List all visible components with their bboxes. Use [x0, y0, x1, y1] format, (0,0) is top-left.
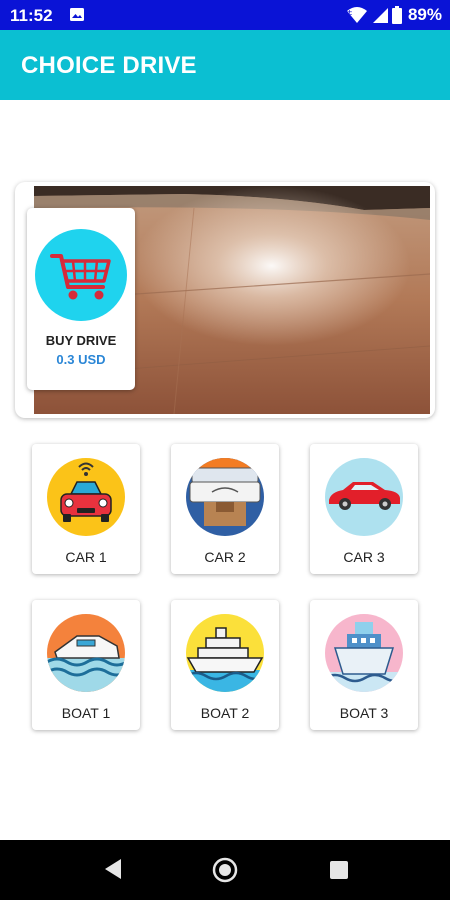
buy-drive-title: BUY DRIVE: [45, 333, 117, 348]
vehicle-label: CAR 2: [204, 549, 246, 565]
shopping-cart-icon: [35, 229, 127, 321]
vehicle-label: CAR 3: [343, 549, 385, 565]
app-bar: CHOICE DRIVE: [0, 30, 450, 100]
vehicle-tile-boat-3[interactable]: BOAT 3: [310, 600, 418, 730]
app-title: CHOICE DRIVE: [21, 52, 197, 79]
vehicle-label: BOAT 2: [200, 705, 250, 721]
boat-2-icon: [186, 614, 264, 692]
vehicle-label: BOAT 1: [61, 705, 111, 721]
vehicle-tile-car-2[interactable]: CAR 2: [171, 444, 279, 574]
status-time: 11:52: [10, 6, 53, 25]
car-3-icon: [325, 458, 403, 536]
hero-card: BUY DRIVE 0.3 USD: [15, 182, 435, 418]
battery-percent: 89%: [407, 5, 442, 24]
image-icon: [70, 8, 84, 21]
car-1-icon: [47, 458, 125, 536]
vehicle-label: BOAT 3: [339, 705, 389, 721]
home-icon[interactable]: [212, 857, 238, 883]
buy-drive-card[interactable]: BUY DRIVE 0.3 USD: [27, 208, 135, 390]
vehicle-tile-boat-2[interactable]: BOAT 2: [171, 600, 279, 730]
wifi-icon: ±: [346, 7, 367, 23]
vehicle-tile-boat-1[interactable]: BOAT 1: [32, 600, 140, 730]
status-right: ± 89%: [346, 5, 442, 25]
boat-1-icon: [47, 614, 125, 692]
car-2-icon: [186, 458, 264, 536]
boat-3-icon: [325, 614, 403, 692]
back-icon[interactable]: [103, 858, 123, 880]
svg-text:±: ±: [346, 8, 353, 17]
status-bar: 11:52 ± 89%: [0, 0, 450, 30]
recents-icon[interactable]: [329, 860, 349, 880]
buy-drive-price: 0.3 USD: [56, 352, 106, 367]
vehicle-tile-car-3[interactable]: CAR 3: [310, 444, 418, 574]
vehicle-label: CAR 1: [65, 549, 107, 565]
signal-icon: [372, 8, 388, 23]
navigation-bar: [0, 840, 450, 900]
vehicle-tile-car-1[interactable]: CAR 1: [32, 444, 140, 574]
battery-icon: [391, 6, 402, 24]
